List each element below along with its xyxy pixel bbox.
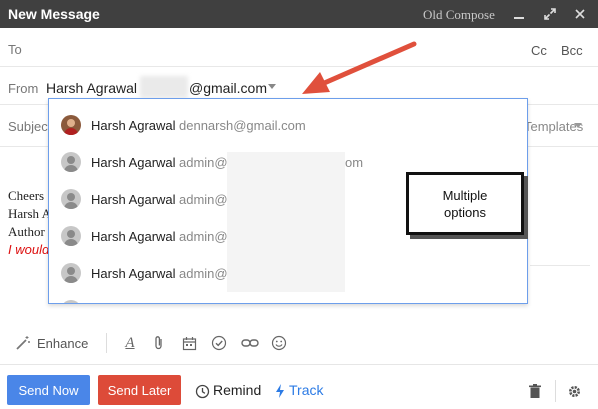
avatar xyxy=(61,263,81,283)
signature-divider xyxy=(530,265,590,266)
subject-label: Subject xyxy=(8,119,52,134)
divider xyxy=(0,364,598,365)
emoji-icon[interactable] xyxy=(270,334,288,352)
dropdown-item-email: admin@ xyxy=(179,192,228,207)
redacted-region xyxy=(227,152,345,292)
gear-icon[interactable] xyxy=(565,382,583,400)
dropdown-item-email-tail: om xyxy=(345,155,364,170)
body-line: Harsh A xyxy=(8,206,51,221)
window-title: New Message xyxy=(8,6,100,22)
callout-line: Multiple xyxy=(442,187,488,203)
avatar xyxy=(61,115,81,135)
redacted-email-part xyxy=(140,76,188,98)
send-now-button[interactable]: Send Now xyxy=(7,375,90,405)
from-dropdown-caret-icon[interactable] xyxy=(268,84,276,89)
enhance-wand-icon[interactable] xyxy=(14,334,32,352)
avatar xyxy=(61,300,81,303)
dropdown-item-name: Harsh Agarwal xyxy=(91,192,176,207)
expand-icon[interactable] xyxy=(540,0,560,28)
dropdown-item-email: admin@ xyxy=(179,229,228,244)
from-name[interactable]: Harsh Agrawal xyxy=(46,80,137,96)
clock-icon[interactable] xyxy=(193,382,211,400)
from-label: From xyxy=(8,81,39,96)
cc-button[interactable]: Cc xyxy=(531,43,547,58)
compose-titlebar: New Message Old Compose xyxy=(0,0,598,28)
avatar xyxy=(61,152,81,172)
to-label: To xyxy=(8,42,22,57)
avatar xyxy=(61,226,81,246)
toolbar-separator xyxy=(106,333,107,353)
dropdown-item-partial[interactable] xyxy=(49,292,527,303)
dropdown-item[interactable]: Harsh Agrawal dennarsh@gmail.com xyxy=(49,107,527,144)
body-line: Author xyxy=(8,224,45,239)
trash-icon[interactable] xyxy=(526,382,544,400)
text-format-icon[interactable]: A xyxy=(121,334,139,352)
dropdown-item-email: admin@ xyxy=(179,266,228,281)
dropdown-item-name: Harsh Agarwal xyxy=(91,229,176,244)
send-later-button[interactable]: Send Later xyxy=(98,375,181,405)
checkmark-icon[interactable] xyxy=(210,334,228,352)
body-line: Cheers xyxy=(8,188,45,203)
bcc-button[interactable]: Bcc xyxy=(561,43,583,58)
remind-button[interactable]: Remind xyxy=(213,382,261,398)
annotation-arrow-icon xyxy=(302,41,417,94)
dropdown-item-name: Harsh Agarwal xyxy=(91,155,176,170)
dropdown-item-name: Harsh Agarwal xyxy=(91,266,176,281)
link-icon[interactable] xyxy=(241,334,259,352)
dropdown-item-name: Harsh Agrawal xyxy=(91,118,176,133)
calendar-icon[interactable] xyxy=(180,334,198,352)
close-icon[interactable] xyxy=(570,0,590,28)
body-line: I would xyxy=(8,242,50,257)
callout-line: options xyxy=(444,204,486,220)
old-compose-link[interactable]: Old Compose xyxy=(423,7,495,23)
enhance-button[interactable]: Enhance xyxy=(37,336,88,351)
avatar xyxy=(61,189,81,209)
annotation-callout: Multiple options xyxy=(406,172,524,235)
dropdown-item-email: dennarsh@gmail.com xyxy=(179,118,306,133)
minimize-icon[interactable] xyxy=(509,0,529,28)
attachment-icon[interactable] xyxy=(150,334,168,352)
dropdown-item-email: admin@ xyxy=(179,155,228,170)
lightning-icon[interactable] xyxy=(271,382,289,400)
footer-separator xyxy=(555,380,556,402)
templates-caret-icon[interactable] xyxy=(574,123,582,128)
track-button[interactable]: Track xyxy=(289,382,323,398)
from-email[interactable]: @gmail.com xyxy=(189,80,267,96)
